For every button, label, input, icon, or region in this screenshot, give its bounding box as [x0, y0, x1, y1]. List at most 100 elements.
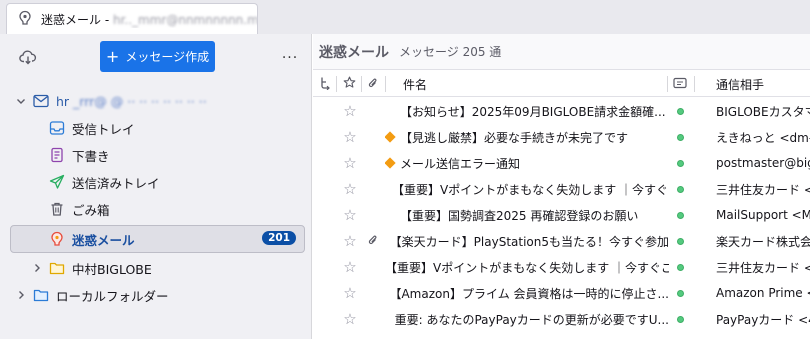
message-correspondent: 三井住友カード <: [716, 260, 810, 275]
message-row[interactable]: ☆ 【重要】Vポイントがまもなく失効します ｜今すぐご... 三井住友カード <: [313, 254, 810, 280]
message-correspondent: 三井住友カード <: [716, 182, 810, 197]
sent-icon: [48, 173, 66, 191]
attachment-column-header[interactable]: [365, 71, 381, 97]
message-subject: 【Amazon】プライム 会員資格は一時的に停止さ...: [389, 286, 669, 301]
thread-column-header[interactable]: [317, 71, 333, 97]
star-toggle[interactable]: ☆: [341, 254, 359, 280]
trash-icon: [48, 200, 66, 218]
folder-label: 受信トレイ: [72, 121, 135, 137]
folder-item-junk[interactable]: 迷惑メール 201: [10, 225, 305, 253]
message-row[interactable]: ☆ 重要: あなたのPayPayカードの更新が必要ですU... PayPayカー…: [313, 306, 810, 332]
important-diamond-icon: [385, 131, 396, 143]
column-separator: [667, 76, 668, 92]
folder-label: 迷惑メール: [72, 232, 135, 248]
junk-status[interactable]: [671, 124, 689, 150]
message-correspondent: Amazon Prime <: [716, 286, 810, 300]
local-folder-icon: [32, 286, 50, 304]
junk-status-column-header[interactable]: [671, 71, 689, 97]
tab-title: 迷惑メール - hr.._mmr@nnmnnnnn.me: [41, 12, 257, 27]
chevron-right-icon[interactable]: [14, 288, 28, 302]
folder-item-sent[interactable]: 送信済みトレイ: [48, 169, 304, 195]
junk-status-dot-icon: [676, 315, 684, 323]
more-options-button[interactable]: ···: [280, 46, 300, 70]
column-separator: [694, 76, 695, 92]
message-subject: 【見逃し厳禁】必要な手続きが未完了です: [385, 124, 669, 150]
tab-junk-mail[interactable]: 迷惑メール - hr.._mmr@nnmnnnnn.me: [6, 3, 258, 34]
star-outline-icon: ☆: [343, 232, 357, 250]
chevron-right-icon[interactable]: [30, 261, 44, 275]
junk-status[interactable]: [671, 254, 689, 280]
important-diamond-icon: [385, 157, 396, 169]
message-subject: 【楽天カード】PlayStation5も当たる！今すぐ参加: [389, 234, 669, 249]
message-subject: 【重要】Vポイントがまもなく失効します ｜今すぐご...: [385, 176, 669, 202]
compose-button[interactable]: + メッセージ作成: [100, 41, 215, 72]
message-pane: 迷惑メール メッセージ 205 通 件名 通信相手 ☆ 【お知らせ】2025年0…: [313, 34, 810, 339]
folder-label: 下書き: [72, 148, 110, 164]
account-row[interactable]: hr _rrr@ @ ·· ·· ·· ·· ·· ·· ··: [14, 88, 304, 114]
junk-status-dot-icon: [676, 263, 684, 271]
folder-item-nakamura-biglobe[interactable]: 中村BIGLOBE: [30, 255, 304, 281]
message-correspondent: postmaster@big: [716, 156, 810, 170]
get-messages-button[interactable]: [16, 46, 40, 70]
junk-status[interactable]: [671, 228, 689, 254]
message-correspondent: PayPayカード <4t: [716, 312, 810, 327]
tab-strip: 迷惑メール - hr.._mmr@nnmnnnnn.me: [0, 0, 810, 34]
correspondent-column-header[interactable]: 通信相手: [716, 71, 810, 97]
column-separator: [336, 76, 337, 92]
star-outline-icon: ☆: [343, 206, 357, 224]
message-row[interactable]: ☆ メール送信エラー通知 postmaster@big: [313, 150, 810, 176]
star-outline-icon: ☆: [343, 154, 357, 172]
column-separator: [385, 76, 386, 92]
message-subject: 重要: あなたのPayPayカードの更新が必要ですU...: [394, 312, 669, 327]
star-outline-icon: ☆: [343, 102, 357, 120]
local-folders-row[interactable]: ローカルフォルダー: [14, 282, 304, 308]
junk-status-dot-icon: [676, 133, 684, 141]
important-diamond-icon: [385, 186, 389, 192]
message-correspondent: えきねっと <dm-c: [716, 130, 810, 145]
junk-status[interactable]: [671, 306, 689, 332]
junk-status[interactable]: [671, 150, 689, 176]
junk-status-dot-icon: [676, 185, 684, 193]
star-toggle[interactable]: ☆: [341, 124, 359, 150]
folder-item-trash[interactable]: ごみ箱: [48, 196, 304, 222]
folder-icon: [48, 259, 66, 277]
message-correspondent: BIGLOBEカスタマー: [716, 104, 810, 119]
message-subject: 【お知らせ】2025年09月BIGLOBE請求金額確...: [400, 104, 666, 119]
star-outline-icon: ☆: [343, 284, 357, 302]
star-toggle[interactable]: ☆: [341, 280, 359, 306]
folder-label: 中村BIGLOBE: [72, 261, 152, 277]
junk-status[interactable]: [671, 202, 689, 228]
plus-icon: +: [105, 46, 120, 66]
star-icon: [343, 76, 356, 92]
star-column-header[interactable]: [341, 71, 357, 97]
message-row[interactable]: ☆ 【重要】国勢調査2025 再確認登録のお願い MailSupport <M: [313, 202, 810, 228]
star-toggle[interactable]: ☆: [341, 98, 359, 124]
paperclip-icon: [368, 233, 378, 250]
star-toggle[interactable]: ☆: [341, 150, 359, 176]
star-toggle[interactable]: ☆: [341, 202, 359, 228]
star-toggle[interactable]: ☆: [341, 228, 359, 254]
message-row[interactable]: ☆ 【楽天カード】PlayStation5も当たる！今すぐ参加 楽天カード株式会: [313, 228, 810, 254]
junk-status[interactable]: [671, 98, 689, 124]
message-subject: 【重要】国勢調査2025 再確認登録のお願い: [400, 208, 639, 223]
junk-status[interactable]: [671, 176, 689, 202]
message-subject: メール送信エラー通知: [385, 150, 669, 176]
attachment-indicator: [365, 228, 381, 254]
star-outline-icon: ☆: [343, 180, 357, 198]
message-row[interactable]: ☆ 【重要】Vポイントがまもなく失効します ｜今すぐご... 三井住友カード <: [313, 176, 810, 202]
message-row[interactable]: ☆ 【お知らせ】2025年09月BIGLOBE請求金額確... BIGLOBEカ…: [313, 98, 810, 124]
junk-status[interactable]: [671, 280, 689, 306]
junk-status-dot-icon: [676, 289, 684, 297]
chevron-down-icon[interactable]: [14, 94, 28, 108]
folder-pane-header: + メッセージ作成 ···: [0, 34, 312, 84]
mail-account-icon: [32, 92, 50, 110]
folder-item-drafts[interactable]: 下書き: [48, 142, 304, 168]
star-toggle[interactable]: ☆: [341, 176, 359, 202]
folder-item-inbox[interactable]: 受信トレイ: [48, 115, 304, 141]
column-header-row: 件名 通信相手: [313, 71, 810, 97]
star-toggle[interactable]: ☆: [341, 306, 359, 332]
message-row[interactable]: ☆ 【Amazon】プライム 会員資格は一時的に停止さ... Amazon Pr…: [313, 280, 810, 306]
junk-status-dot-icon: [676, 159, 684, 167]
message-row[interactable]: ☆ 【見逃し厳禁】必要な手続きが未完了です えきねっと <dm-c: [313, 124, 810, 150]
subject-column-header[interactable]: 件名: [403, 71, 663, 97]
